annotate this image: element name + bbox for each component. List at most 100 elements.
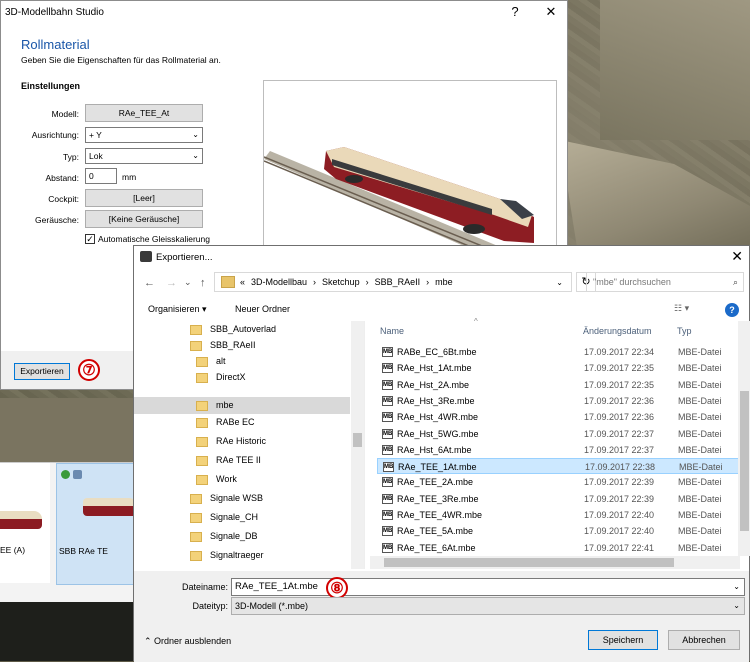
file-type: MBE-Datei xyxy=(678,526,722,537)
filetype-select[interactable]: 3D-Modell (*.mbe) ⌄ xyxy=(231,597,745,615)
export-button[interactable]: Exportieren xyxy=(14,363,70,380)
tree-item[interactable]: DirectX xyxy=(196,369,350,386)
breadcrumb-item[interactable]: SBB_RAeII xyxy=(375,277,421,287)
scrollbar-thumb[interactable] xyxy=(740,391,749,531)
tree-item-label: RAe TEE II xyxy=(216,455,261,465)
library-item-selected[interactable]: SBB RAe TE xyxy=(56,463,138,585)
up-button[interactable]: ↑ xyxy=(200,277,206,289)
file-name: RAe_TEE_5A.mbe xyxy=(397,526,474,537)
dialog-heading: Rollmaterial xyxy=(21,37,90,52)
scrollbar-thumb[interactable] xyxy=(353,433,362,447)
tree-item[interactable]: RABe EC xyxy=(196,414,350,431)
cockpit-button[interactable]: [Leer] xyxy=(85,189,203,207)
file-row[interactable]: MB RAe_TEE_3Re.mbe 17.09.2017 22:39 MBE-Dat… xyxy=(377,491,739,507)
file-list-hscrollbar[interactable] xyxy=(370,556,740,569)
train-thumbnail xyxy=(0,511,42,529)
chevron-down-icon[interactable]: ⌄ xyxy=(733,579,740,595)
file-name: RAe_Hst_3Re.mbe xyxy=(397,395,475,406)
file-type: MBE-Datei xyxy=(678,510,722,520)
breadcrumb-separator: › xyxy=(313,277,317,287)
close-button[interactable]: ✕ xyxy=(537,4,565,20)
file-name: RAe_Hst_2A.mbe xyxy=(397,379,470,390)
cockpit-label: Cockpit: xyxy=(48,194,79,204)
help-button[interactable]: ? xyxy=(501,4,529,19)
cancel-button[interactable]: Abbrechen xyxy=(668,630,740,650)
chevron-down-icon[interactable]: ⌄ xyxy=(556,278,563,287)
tree-item[interactable]: RAe TEE II xyxy=(196,452,350,469)
file-date: 17.09.2017 22:39 xyxy=(584,477,655,488)
typ-select[interactable]: Lok ⌄ xyxy=(85,148,203,164)
search-input[interactable]: "mbe" durchsuchen ⌕ xyxy=(586,272,744,292)
file-name: RAe_TEE_3Re.mbe xyxy=(397,493,479,504)
column-type[interactable]: Typ xyxy=(677,326,692,336)
ausrichtung-select[interactable]: + Y ⌄ xyxy=(85,127,203,143)
tree-item[interactable]: SBB_RAeII xyxy=(190,337,350,354)
column-date[interactable]: Änderungsdatum xyxy=(583,326,652,336)
geraeusche-button[interactable]: [Keine Geräusche] xyxy=(85,210,203,228)
file-row[interactable]: MB RAe_Hst_6At.mbe 17.09.2017 22:37 MBE-Dat… xyxy=(377,442,739,458)
breadcrumb-overflow[interactable]: « xyxy=(240,277,245,287)
file-row[interactable]: MB RAe_TEE_6At.mbe 17.09.2017 22:41 MBE-Dat… xyxy=(377,540,739,556)
file-row[interactable]: MB RAe_TEE_2A.mbe 17.09.2017 22:39 MBE-Date… xyxy=(377,474,739,490)
auto-scaling-checkbox[interactable]: ✓ xyxy=(85,234,95,244)
library-item[interactable]: EE (A) xyxy=(0,463,50,583)
tree-item[interactable]: Signaltraeger xyxy=(190,547,350,564)
file-date: 17.09.2017 22:40 xyxy=(584,526,655,537)
history-dropdown[interactable]: ⌄ xyxy=(184,277,192,288)
file-row[interactable]: MB RAe_Hst_2A.mbe 17.09.2017 22:35 MBE-Date… xyxy=(377,377,739,393)
filename-value: RAe_TEE_1At.mbe xyxy=(235,581,318,592)
file-date: 17.09.2017 22:39 xyxy=(584,493,655,504)
section-title: Einstellungen xyxy=(21,81,81,91)
mbe-file-icon: MB xyxy=(382,444,393,455)
scrollbar-thumb[interactable] xyxy=(384,558,674,567)
modell-button[interactable]: RAe_TEE_At xyxy=(85,104,203,122)
file-name: RAe_Hst_4WR.mbe xyxy=(397,412,479,423)
tree-item[interactable]: Work xyxy=(196,471,350,488)
forward-button[interactable]: → xyxy=(166,277,177,289)
organize-menu[interactable]: Organisieren ▾ xyxy=(148,304,207,315)
new-folder-button[interactable]: Neuer Ordner xyxy=(235,304,290,314)
breadcrumb-separator: › xyxy=(426,277,430,287)
file-row[interactable]: MB RAe_Hst_5WG.mbe 17.09.2017 22:37 MBE-Dat… xyxy=(377,426,739,442)
tree-item[interactable]: alt xyxy=(196,353,350,370)
typ-label: Typ: xyxy=(62,152,79,162)
file-row[interactable]: MB RAe_Hst_3Re.mbe 17.09.2017 22:36 MBE-Dat… xyxy=(377,393,739,409)
file-name: RAe_TEE_6At.mbe xyxy=(397,542,476,553)
file-row[interactable]: MB RABe_EC_6Bt.mbe 17.09.2017 22:34 MBE-Dat… xyxy=(377,344,739,360)
abstand-input[interactable]: 0 xyxy=(85,168,117,184)
view-options-button[interactable]: ☷ ▾ xyxy=(674,303,689,314)
file-type: MBE-Datei xyxy=(678,347,722,357)
file-date: 17.09.2017 22:37 xyxy=(584,444,655,455)
breadcrumb-item[interactable]: Sketchup xyxy=(322,277,360,287)
breadcrumb-item[interactable]: 3D-Modellbau xyxy=(251,277,307,287)
file-row[interactable]: MB RAe_TEE_5A.mbe 17.09.2017 22:40 MBE-Date… xyxy=(377,523,739,539)
close-button[interactable]: ✕ xyxy=(731,248,743,265)
filename-input[interactable]: RAe_TEE_1At.mbe ⌄ xyxy=(231,578,745,596)
back-button[interactable]: ← xyxy=(144,277,155,289)
file-list-scrollbar[interactable] xyxy=(738,321,750,556)
tree-item-selected[interactable]: mbe xyxy=(134,397,350,414)
tree-item[interactable]: Signale_CH xyxy=(190,509,350,526)
tree-item-label: mbe xyxy=(216,400,234,410)
file-row-selected[interactable]: MB RAe_TEE_1At.mbe 17.09.2017 22:38 MBE-Dat… xyxy=(377,458,739,475)
hide-folders-toggle[interactable]: ⌃ Ordner ausblenden xyxy=(144,636,231,647)
file-row[interactable]: MB RAe_Hst_4WR.mbe 17.09.2017 22:36 MBE-Dat… xyxy=(377,409,739,425)
file-name: RAe_TEE_1At.mbe xyxy=(398,462,477,473)
save-button[interactable]: Speichern xyxy=(588,630,658,650)
address-bar[interactable]: « 3D-Modellbau › Sketchup › SBB_RAeII › … xyxy=(214,272,572,292)
help-icon[interactable]: ? xyxy=(725,303,739,317)
column-name[interactable]: Name xyxy=(380,326,404,336)
tree-scrollbar[interactable] xyxy=(351,321,364,569)
tree-item[interactable]: Signale_DB xyxy=(190,528,350,545)
typ-value: Lok xyxy=(89,151,103,161)
tree-item-label: SBB_Autoverlad xyxy=(210,324,277,334)
app-icon xyxy=(140,251,152,262)
file-row[interactable]: MB RAe_TEE_4WR.mbe 17.09.2017 22:40 MBE-Dat… xyxy=(377,507,739,523)
tree-item[interactable]: Signale WSB xyxy=(190,490,350,507)
tree-item[interactable]: SBB_Autoverlad xyxy=(190,321,350,338)
breadcrumb-item[interactable]: mbe xyxy=(435,277,453,287)
mbe-file-icon: MB xyxy=(382,542,393,553)
file-date: 17.09.2017 22:38 xyxy=(585,462,656,473)
file-row[interactable]: MB RAe_Hst_1At.mbe 17.09.2017 22:35 MBE-Dat… xyxy=(377,360,739,376)
tree-item[interactable]: RAe Historic xyxy=(196,433,350,450)
